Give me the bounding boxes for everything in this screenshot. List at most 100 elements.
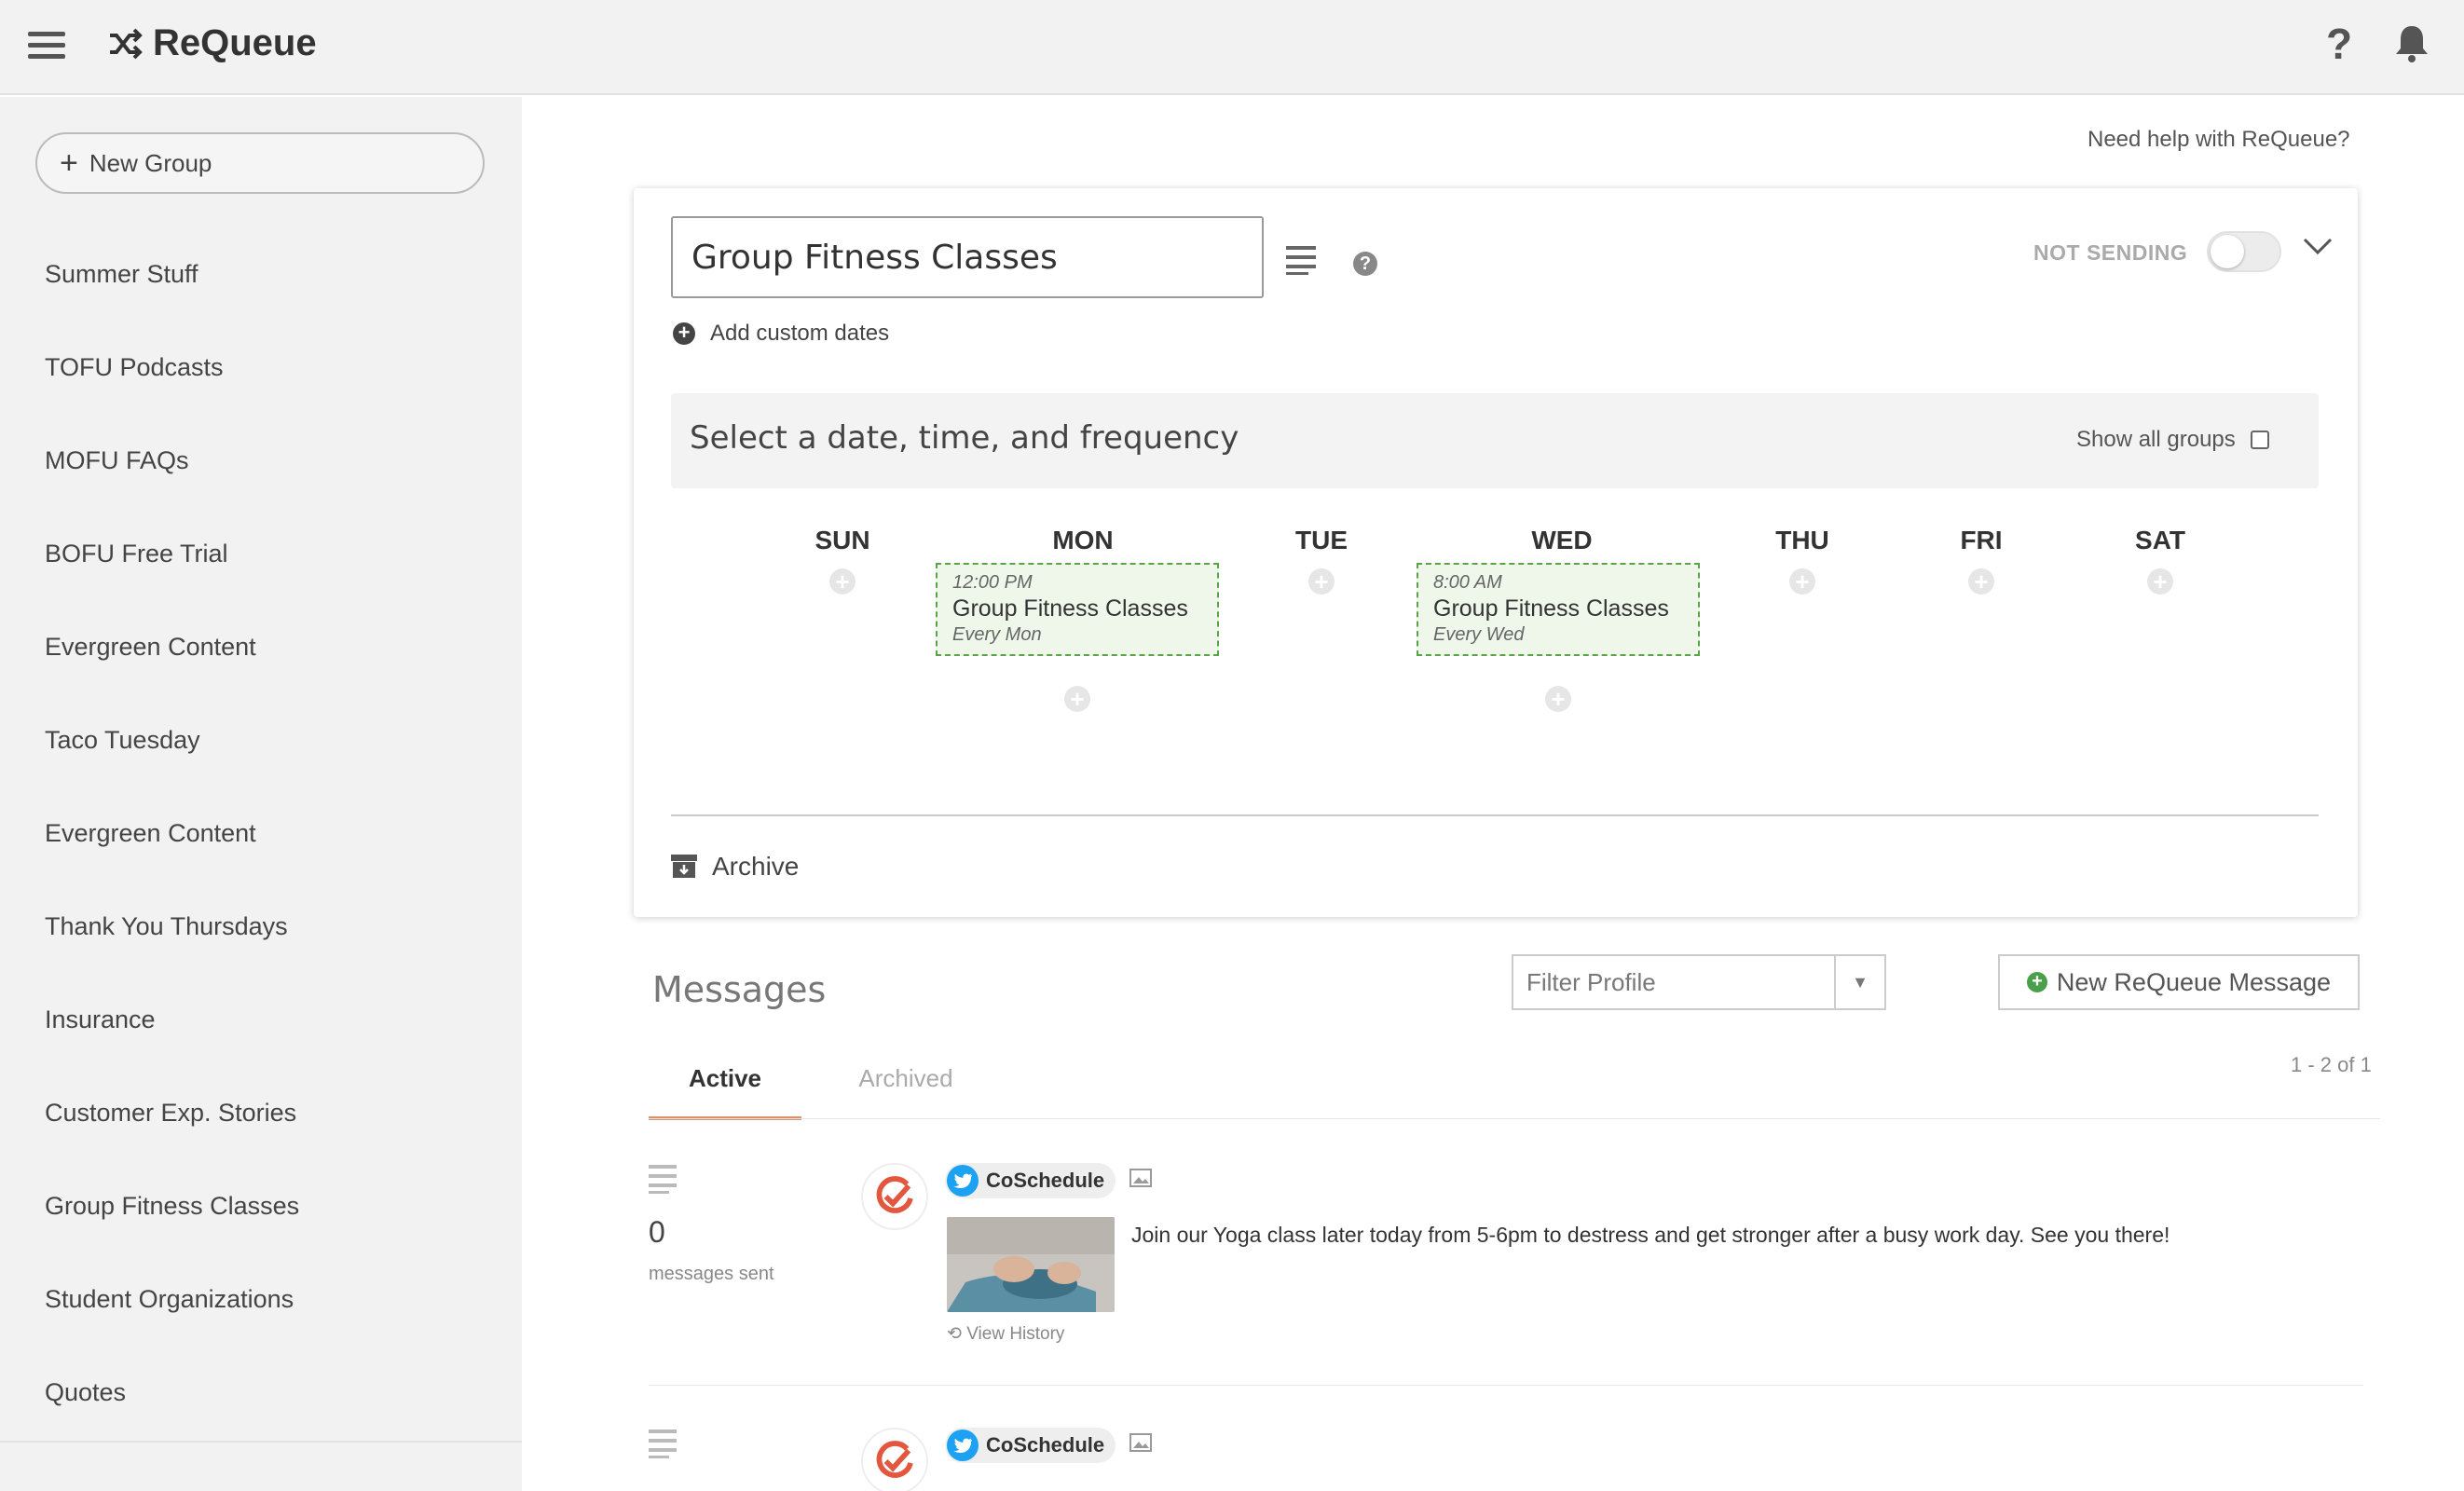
row-divider <box>649 1385 2363 1386</box>
frequency-header: Select a date, time, and frequency Show … <box>671 393 2319 488</box>
day-label: WED <box>1531 526 1593 554</box>
add-slot-icon[interactable]: + <box>1545 686 1571 712</box>
filter-profile-select[interactable]: Filter Profile ▼ <box>1512 954 1886 1010</box>
sidebar-item[interactable]: Insurance <box>45 973 492 1066</box>
sidebar-item[interactable]: MOFU FAQs <box>45 414 492 507</box>
day-column-tue: TUE + <box>1210 526 1433 595</box>
day-label: SUN <box>814 526 870 554</box>
add-slot-icon[interactable]: + <box>1064 686 1090 712</box>
message-text[interactable]: Join our Yoga class later today from 5-6… <box>1131 1223 2170 1248</box>
plus-circle-icon: + <box>673 322 695 345</box>
day-column-sun: SUN + <box>731 526 954 595</box>
sending-toggle[interactable] <box>2207 231 2281 272</box>
slot-frequency: Every Mon <box>952 624 1042 645</box>
schedule-slot-mon[interactable]: 12:00 PM Group Fitness Classes Every Mon <box>936 563 1219 656</box>
messages-title: Messages <box>652 969 827 1010</box>
message-row: 0 messages sent CoSchedule Join our Yoga… <box>649 1163 2363 1349</box>
group-name-input[interactable] <box>671 216 1264 298</box>
question-icon[interactable]: ? <box>1353 252 1377 276</box>
new-requeue-message-label: New ReQueue Message <box>2056 967 2332 996</box>
toggle-knob <box>2211 235 2244 268</box>
day-label: MON <box>1052 526 1114 554</box>
app-name: ReQueue <box>153 22 317 63</box>
need-help-link[interactable]: Need help with ReQueue? <box>2088 127 2350 153</box>
show-all-groups-checkbox[interactable] <box>2250 431 2269 449</box>
tabs-divider <box>649 1118 2380 1119</box>
frequency-title: Select a date, time, and frequency <box>690 419 1239 457</box>
messages-sent-count: 0 <box>649 1215 665 1249</box>
menu-icon[interactable] <box>28 32 65 60</box>
archive-label: Archive <box>712 852 800 881</box>
drag-handle-icon[interactable] <box>649 1428 677 1459</box>
day-label: TUE <box>1295 526 1348 554</box>
drag-handle-icon[interactable] <box>649 1163 677 1195</box>
bell-icon[interactable] <box>2393 22 2430 63</box>
sidebar-item[interactable]: Summer Stuff <box>45 227 492 321</box>
sidebar-item[interactable]: Customer Exp. Stories <box>45 1066 492 1159</box>
sidebar-item[interactable]: Thank You Thursdays <box>45 880 492 973</box>
day-label: SAT <box>2135 526 2185 554</box>
chevron-down-icon[interactable] <box>2302 235 2334 257</box>
add-slot-icon[interactable]: + <box>1968 568 1994 595</box>
image-icon <box>1129 1433 1152 1452</box>
twitter-icon <box>947 1429 979 1461</box>
add-custom-dates-label: Add custom dates <box>710 321 890 346</box>
slot-time: 12:00 PM <box>952 572 1033 593</box>
slot-name: Group Fitness Classes <box>1433 595 1669 622</box>
sidebar-item[interactable]: Quotes <box>45 1346 492 1439</box>
add-slot-icon[interactable]: + <box>829 568 856 595</box>
new-group-label: New Group <box>89 148 212 177</box>
archive-button[interactable]: Archive <box>671 852 799 882</box>
add-custom-dates[interactable]: + Add custom dates <box>673 321 889 347</box>
twitter-icon <box>947 1165 979 1197</box>
new-group-button[interactable]: + New Group <box>35 132 485 194</box>
sidebar-item[interactable]: Student Organizations <box>45 1252 492 1346</box>
day-column-wed: WED <box>1450 526 1674 555</box>
add-slot-icon[interactable]: + <box>1308 568 1335 595</box>
slot-time: 8:00 AM <box>1433 572 1502 593</box>
day-column-mon: MON <box>971 526 1195 555</box>
top-bar: ReQueue ? <box>0 0 2464 95</box>
history-icon: ⟲ <box>947 1324 967 1344</box>
tab-archived[interactable]: Archived <box>829 1055 982 1120</box>
sidebar-item[interactable]: Evergreen Content <box>45 787 492 880</box>
sidebar-item-group-fitness[interactable]: Group Fitness Classes <box>45 1159 492 1252</box>
coschedule-logo-icon <box>861 1163 928 1230</box>
schedule-slot-wed[interactable]: 8:00 AM Group Fitness Classes Every Wed <box>1417 563 1700 656</box>
tab-active[interactable]: Active <box>649 1055 801 1120</box>
yoga-photo <box>947 1217 1115 1312</box>
day-column-sat: SAT + <box>2048 526 2272 595</box>
sending-status: NOT SENDING <box>2033 240 2188 265</box>
caret-down-icon[interactable]: ▼ <box>1834 956 1884 1008</box>
sidebar-item[interactable]: Evergreen Content <box>45 600 492 693</box>
message-row: CoSchedule <box>649 1428 2363 1491</box>
sidebar: + New Group Summer Stuff TOFU Podcasts M… <box>0 97 522 1491</box>
social-profile: CoSchedule <box>945 1163 1116 1198</box>
new-requeue-message-button[interactable]: + New ReQueue Message <box>1998 954 2360 1010</box>
app-logo[interactable]: ReQueue <box>106 22 317 64</box>
sidebar-item[interactable]: Taco Tuesday <box>45 693 492 787</box>
messages-sent-label: messages sent <box>649 1264 774 1284</box>
shuffle-icon <box>110 28 143 59</box>
add-slot-icon[interactable]: + <box>1789 568 1815 595</box>
sidebar-divider <box>0 1441 522 1443</box>
add-slot-icon[interactable]: + <box>2147 568 2173 595</box>
group-list: Summer Stuff TOFU Podcasts MOFU FAQs BOF… <box>45 227 492 1439</box>
slot-name: Group Fitness Classes <box>952 595 1188 622</box>
slot-frequency: Every Wed <box>1433 624 1525 645</box>
social-profile: CoSchedule <box>945 1428 1116 1463</box>
view-history-link[interactable]: ⟲ View History <box>947 1323 1064 1345</box>
archive-icon <box>671 855 697 878</box>
group-settings-card: ? NOT SENDING + Add custom dates Select … <box>634 188 2358 917</box>
view-history-label: View History <box>966 1324 1065 1344</box>
list-icon[interactable] <box>1286 244 1316 276</box>
profile-name: CoSchedule <box>986 1169 1105 1192</box>
sidebar-item[interactable]: TOFU Podcasts <box>45 321 492 414</box>
plus-icon: + <box>60 144 78 181</box>
pagination: 1 - 2 of 1 <box>2291 1053 2372 1076</box>
coschedule-logo-icon <box>861 1428 928 1491</box>
show-all-groups[interactable]: Show all groups <box>2076 427 2269 453</box>
sidebar-item[interactable]: BOFU Free Trial <box>45 507 492 600</box>
help-icon[interactable]: ? <box>2326 19 2352 69</box>
image-icon <box>1129 1169 1152 1187</box>
